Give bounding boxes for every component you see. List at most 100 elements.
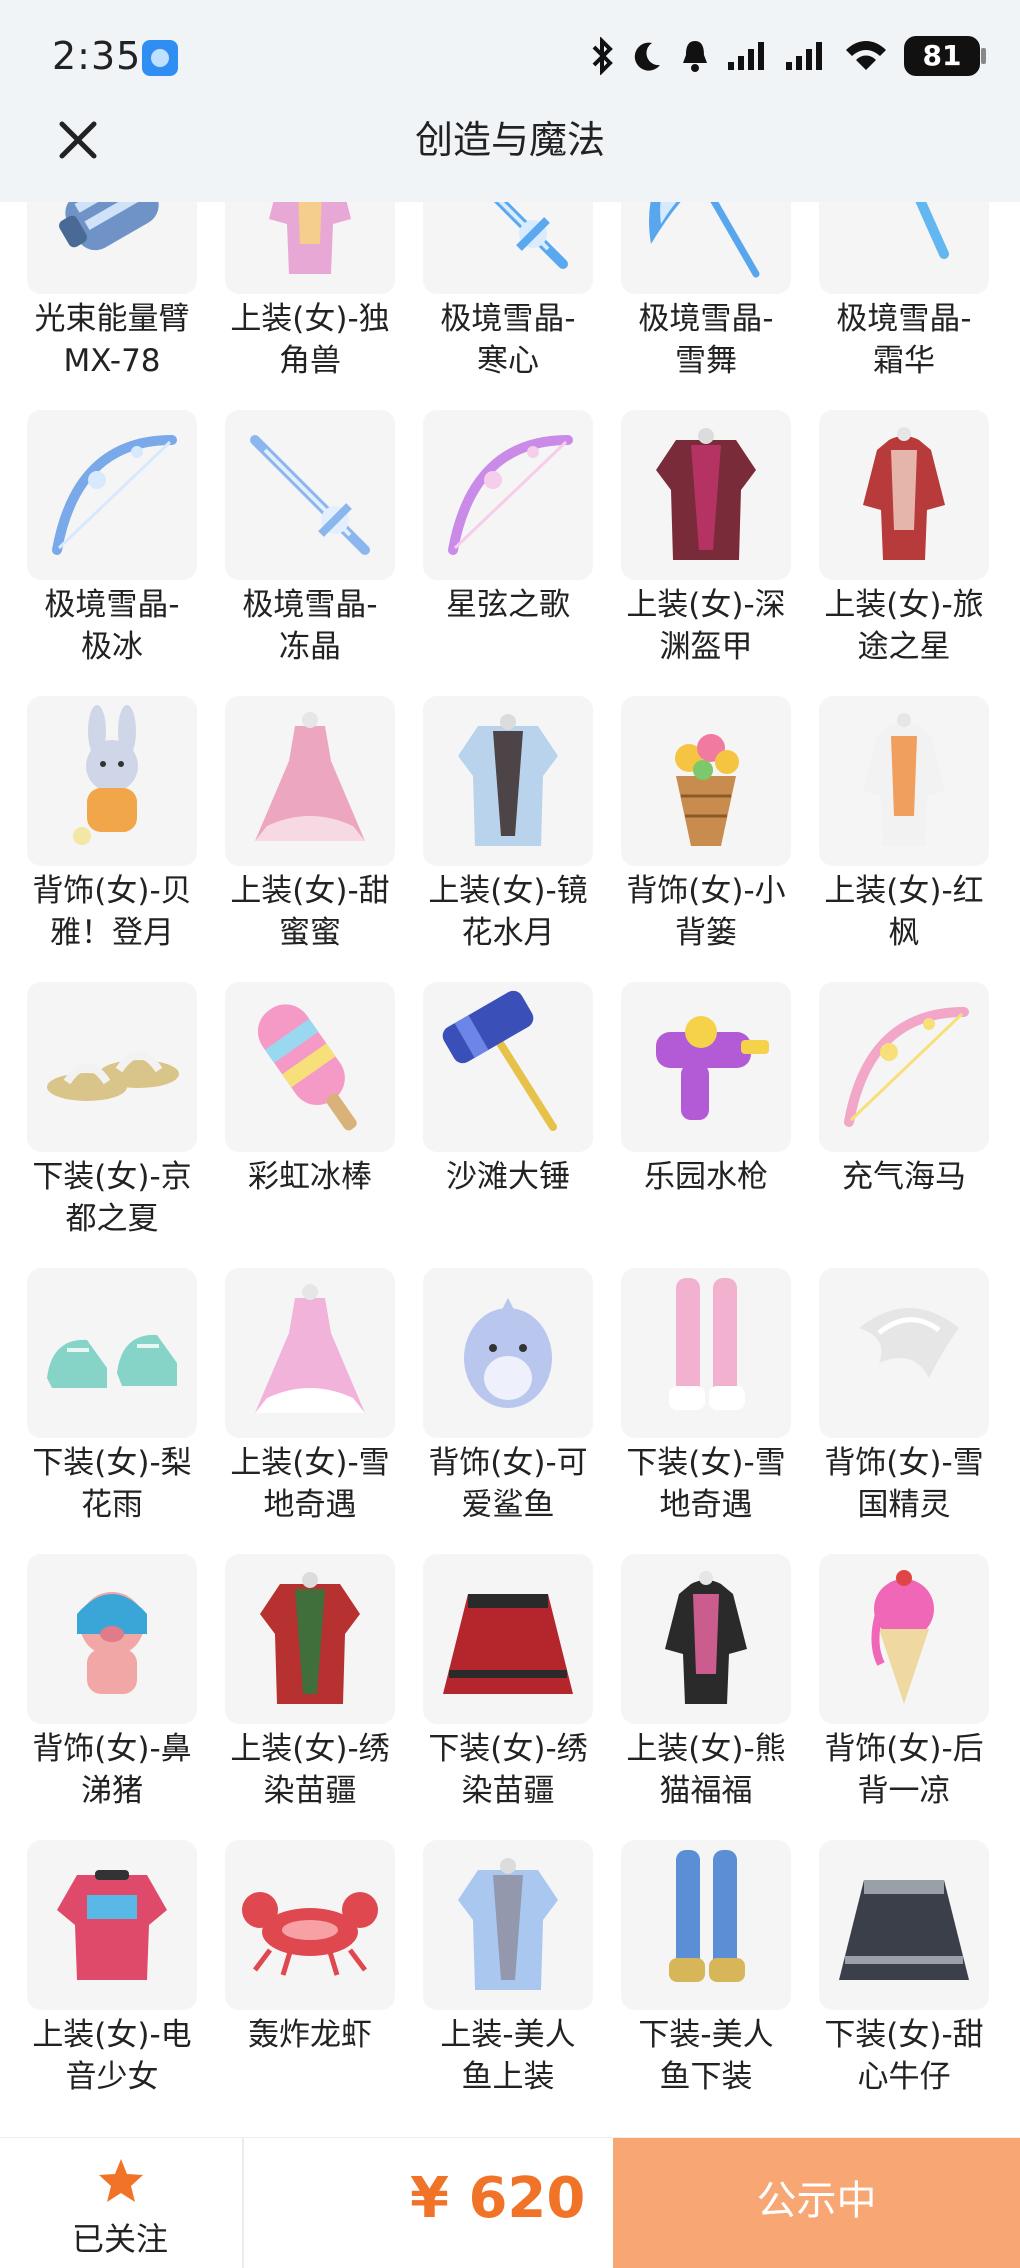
item-card[interactable]: 乐园水枪 (594, 982, 794, 1268)
item-card[interactable]: 背饰(女)-小 背篓 (594, 696, 794, 982)
item-thumbnail[interactable] (423, 1840, 593, 2010)
item-thumbnail[interactable] (27, 410, 197, 580)
item-card[interactable]: 背饰(女)-雪 国精灵 (792, 1268, 992, 1554)
app-notification-icon (142, 40, 178, 76)
item-thumbnail[interactable] (225, 410, 395, 580)
item-card[interactable]: 背饰(女)-可 爱鲨鱼 (396, 1268, 596, 1554)
item-thumbnail[interactable] (819, 1554, 989, 1724)
item-thumbnail[interactable] (819, 202, 989, 294)
item-card[interactable]: 上装(女)-电 音少女 (0, 1840, 200, 2126)
item-card[interactable]: 下装(女)-梨 花雨 (0, 1268, 200, 1554)
item-name: 上装(女)-熊 猫福福 (626, 1731, 786, 1809)
item-thumbnail[interactable] (225, 1268, 395, 1438)
close-icon[interactable] (54, 116, 102, 164)
item-card[interactable]: 极境雪晶- 雪舞 (594, 202, 794, 410)
item-name: 下装(女)-京 都之夏 (32, 1159, 192, 1237)
item-thumbnail[interactable] (225, 696, 395, 866)
signal-icon-2 (786, 42, 822, 70)
item-thumbnail[interactable] (27, 982, 197, 1152)
item-card[interactable]: 下装(女)-京 都之夏 (0, 982, 200, 1268)
item-thumbnail[interactable] (423, 202, 593, 294)
item-name: 上装(女)-甜 蜜蜜 (230, 873, 390, 951)
item-thumbnail[interactable] (621, 410, 791, 580)
item-name: 轰炸龙虾 (248, 2017, 372, 2053)
item-thumbnail[interactable] (225, 1840, 395, 2010)
status-bar: 2:35 81 (0, 0, 1020, 110)
item-name: 光束能量臂 MX-78 (34, 301, 190, 379)
shoes-icon (47, 1334, 177, 1388)
item-thumbnail[interactable] (621, 1268, 791, 1438)
item-thumbnail[interactable] (225, 1554, 395, 1724)
bow-icon (448, 435, 573, 555)
item-name: 上装(女)-独 角兽 (230, 301, 390, 379)
armor-icon (458, 1858, 558, 1990)
item-card[interactable]: 上装(女)-红 枫 (792, 696, 992, 982)
item-thumbnail[interactable] (27, 202, 197, 294)
item-thumbnail[interactable] (819, 696, 989, 866)
item-card[interactable]: 下装(女)-甜 心牛仔 (792, 1840, 992, 2126)
item-card[interactable]: 星弦之歌 (396, 410, 596, 696)
item-thumbnail[interactable] (423, 696, 593, 866)
item-card[interactable]: 下装-美人 鱼下装 (594, 1840, 794, 2126)
armor-icon (458, 714, 558, 846)
item-thumbnail[interactable] (423, 982, 593, 1152)
item-card[interactable]: 上装(女)-甜 蜜蜜 (198, 696, 398, 982)
item-card[interactable]: 极境雪晶- 霜华 (792, 202, 992, 410)
item-card[interactable]: 彩虹冰棒 (198, 982, 398, 1268)
item-name: 上装(女)-电 音少女 (32, 2017, 192, 2095)
item-card[interactable]: 下装(女)-绣 染苗疆 (396, 1554, 596, 1840)
item-thumbnail[interactable] (819, 410, 989, 580)
follow-button[interactable]: 已关注 (0, 2138, 240, 2268)
item-thumbnail[interactable] (819, 982, 989, 1152)
item-card[interactable]: 充气海马 (792, 982, 992, 1268)
item-thumbnail[interactable] (819, 1268, 989, 1438)
item-card[interactable]: 上装(女)-深 渊盔甲 (594, 410, 794, 696)
item-thumbnail[interactable] (621, 696, 791, 866)
status-button[interactable]: 公示中 (613, 2138, 1020, 2268)
item-name: 下装-美人 鱼下装 (638, 2017, 774, 2095)
outfit-icon (863, 713, 945, 846)
item-card[interactable]: 上装(女)-熊 猫福福 (594, 1554, 794, 1840)
popsicle-icon (257, 1004, 357, 1131)
item-card[interactable]: 下装(女)-雪 地奇遇 (594, 1268, 794, 1554)
item-name: 背饰(女)-鼻 涕猪 (32, 1731, 192, 1809)
item-thumbnail[interactable] (225, 982, 395, 1152)
item-card[interactable]: 上装(女)-雪 地奇遇 (198, 1268, 398, 1554)
item-thumbnail[interactable] (225, 202, 395, 294)
item-card[interactable]: 背饰(女)-后 背一凉 (792, 1554, 992, 1840)
bunny-icon (73, 705, 138, 845)
item-thumbnail[interactable] (621, 982, 791, 1152)
item-thumbnail[interactable] (423, 410, 593, 580)
item-thumbnail[interactable] (423, 1554, 593, 1724)
lobster-icon (242, 1892, 378, 1976)
item-name: 彩虹冰棒 (248, 1159, 372, 1195)
item-card[interactable]: 背饰(女)-贝 雅！登月 (0, 696, 200, 982)
item-card[interactable]: 上装(女)-旅 途之星 (792, 410, 992, 696)
item-thumbnail[interactable] (621, 202, 791, 294)
wings-icon (859, 1308, 959, 1378)
item-thumbnail[interactable] (819, 1840, 989, 2010)
item-card[interactable]: 背饰(女)-鼻 涕猪 (0, 1554, 200, 1840)
item-card[interactable]: 光束能量臂 MX-78 (0, 202, 200, 410)
item-card[interactable]: 轰炸龙虾 (198, 1840, 398, 2126)
item-name: 上装(女)-镜 花水月 (428, 873, 588, 951)
item-card[interactable]: 上装(女)-镜 花水月 (396, 696, 596, 982)
item-card[interactable]: 极境雪晶- 寒心 (396, 202, 596, 410)
item-thumbnail[interactable] (27, 696, 197, 866)
item-card[interactable]: 上装-美人 鱼上装 (396, 1840, 596, 2126)
item-thumbnail[interactable] (27, 1554, 197, 1724)
item-thumbnail[interactable] (27, 1840, 197, 2010)
item-thumbnail[interactable] (423, 1268, 593, 1438)
item-thumbnail[interactable] (621, 1840, 791, 2010)
item-card[interactable]: 沙滩大锤 (396, 982, 596, 1268)
item-thumbnail[interactable] (621, 1554, 791, 1724)
item-card[interactable]: 极境雪晶- 冻晶 (198, 410, 398, 696)
item-name: 背饰(女)-雪 国精灵 (824, 1445, 984, 1523)
item-name: 上装(女)-雪 地奇遇 (230, 1445, 390, 1523)
price: ¥ 620 (410, 2166, 586, 2231)
wifi-icon (846, 41, 886, 70)
item-thumbnail[interactable] (27, 1268, 197, 1438)
item-card[interactable]: 上装(女)-绣 染苗疆 (198, 1554, 398, 1840)
item-card[interactable]: 上装(女)-独 角兽 (198, 202, 398, 410)
item-card[interactable]: 极境雪晶- 极冰 (0, 410, 200, 696)
